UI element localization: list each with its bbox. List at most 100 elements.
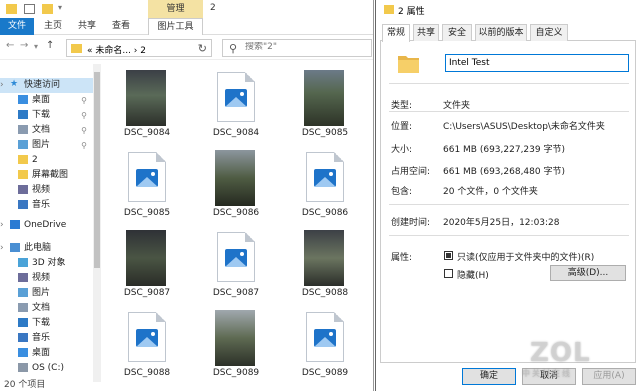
image-file-tile[interactable]: DSC_9087 (193, 224, 279, 302)
nav-item[interactable]: 视频 (0, 271, 95, 286)
tab-customize[interactable]: 自定义 (530, 24, 568, 41)
divider (389, 111, 629, 112)
size-value: 661 MB (693,227,239 字节) (443, 145, 565, 155)
hidden-label[interactable]: 隐藏(H) (457, 268, 489, 281)
image-file-tile[interactable]: DSC_9088 (104, 304, 190, 382)
nav-item[interactable]: 图片 ⚲ (0, 138, 95, 153)
nav-item-label: 文档 (32, 303, 51, 313)
zol-watermark-logo: ZOL 中关村在线 (518, 338, 600, 382)
photo-file-tile[interactable]: DSC_9086 (193, 144, 279, 222)
pin-icon[interactable]: ⚲ (81, 93, 87, 108)
nav-item[interactable]: 文档 ⚲ (0, 123, 95, 138)
nav-item[interactable]: 桌面 ⚲ (0, 93, 95, 108)
image-file-tile[interactable]: DSC_9084 (193, 64, 279, 142)
photo-file-tile[interactable]: DSC_9085 (282, 64, 368, 142)
image-file-tile[interactable]: DSC_9085 (104, 144, 190, 222)
nav-item[interactable]: 下载 (0, 316, 95, 331)
search-icon: ⚲ (229, 42, 238, 55)
address-path[interactable]: « 未命名... › 2 (87, 43, 146, 56)
nav-item[interactable]: 音乐 (0, 198, 95, 213)
nav-item[interactable]: 音乐 (0, 331, 95, 346)
nav-scrollbar-thumb[interactable] (94, 72, 100, 268)
properties-dialog: 2 属性 常规 共享 安全 以前的版本 自定义 类型: 文件夹 位置: C:\U… (375, 0, 640, 391)
pin-icon[interactable]: ⚲ (81, 108, 87, 123)
nav-item[interactable]: › ★ 快速访问 (0, 78, 95, 93)
hidden-checkbox[interactable] (444, 269, 453, 278)
tab-sharing[interactable]: 共享 (413, 24, 439, 41)
star-icon: ★ (10, 79, 19, 89)
nav-item[interactable]: 图片 (0, 286, 95, 301)
file-name-label: DSC_9086 (212, 208, 260, 218)
recent-locations-icon[interactable]: ▾ (34, 42, 38, 51)
nav-item-label: 音乐 (32, 200, 51, 210)
forward-arrow-icon[interactable]: → (20, 40, 28, 51)
nav-item-label: OS (C:) (32, 363, 64, 373)
image-file-tile[interactable]: DSC_9089 (282, 304, 368, 382)
readonly-label[interactable]: 只读(仅应用于文件夹中的文件)(R) (457, 250, 594, 263)
video-icon (18, 273, 28, 282)
folder-name-input[interactable] (445, 54, 629, 72)
tab-file[interactable]: 文件 (0, 18, 34, 35)
type-value: 文件夹 (443, 101, 471, 111)
up-arrow-icon[interactable]: ↑ (46, 40, 54, 51)
nav-item[interactable]: › 此电脑 (0, 241, 95, 256)
desktop-icon (18, 95, 28, 104)
nav-item[interactable]: 2 (0, 153, 95, 168)
ok-button[interactable]: 确定 (462, 368, 516, 385)
photo-file-tile[interactable]: DSC_9088 (282, 224, 368, 302)
pin-icon[interactable]: ⚲ (81, 138, 87, 153)
nav-item[interactable]: OS (C:) (0, 361, 95, 376)
nav-item[interactable]: 视频 (0, 183, 95, 198)
nav-item[interactable]: 屏幕截图 (0, 168, 95, 183)
photo-thumbnail (215, 150, 255, 206)
pin-icon[interactable]: ⚲ (81, 123, 87, 138)
nav-item[interactable]: 下载 ⚲ (0, 108, 95, 123)
tab-share[interactable]: 共享 (74, 18, 100, 35)
advanced-button[interactable]: 高级(D)... (550, 265, 626, 281)
file-name-label: DSC_9089 (212, 368, 260, 378)
tab-previous-versions[interactable]: 以前的版本 (475, 24, 527, 41)
readonly-checkbox[interactable] (444, 251, 453, 260)
pictures-icon (18, 288, 28, 297)
tab-home[interactable]: 主页 (40, 18, 66, 35)
quick-access-dropdown-icon[interactable]: ▾ (58, 3, 62, 12)
file-name-label: DSC_9087 (123, 288, 171, 298)
refresh-icon[interactable]: ↻ (198, 42, 207, 55)
chevron-right-icon[interactable]: › (0, 241, 4, 256)
manage-context-tab[interactable]: 管理 (148, 0, 203, 18)
nav-item-label: 3D 对象 (32, 258, 66, 268)
search-box[interactable]: ⚲ (222, 39, 372, 57)
nav-item[interactable]: 文档 (0, 301, 95, 316)
nav-item-label: 视频 (32, 273, 51, 283)
file-name-label: DSC_9088 (301, 288, 349, 298)
window-title: 2 (210, 3, 216, 13)
status-bar: 20 个项目 (4, 380, 46, 390)
image-file-tile[interactable]: DSC_9086 (282, 144, 368, 222)
tab-security[interactable]: 安全 (442, 24, 472, 41)
tab-view[interactable]: 查看 (108, 18, 134, 35)
address-bar[interactable]: « 未命名... › 2 ↻ (66, 39, 212, 57)
photo-file-tile[interactable]: DSC_9084 (104, 64, 190, 142)
nav-item[interactable]: 桌面 (0, 346, 95, 361)
chevron-right-icon[interactable]: › (0, 78, 4, 93)
tab-general[interactable]: 常规 (382, 24, 410, 42)
file-list-pane: DSC_9084 DSC_9084 DSC_9085 DSC_9085 DSC_9086… (104, 64, 372, 382)
nav-item-label: 快速访问 (24, 80, 61, 90)
back-arrow-icon[interactable]: ← (6, 40, 14, 51)
nav-scrollbar[interactable] (93, 64, 101, 382)
chevron-right-icon[interactable]: › (0, 218, 4, 233)
photo-file-tile[interactable]: DSC_9089 (193, 304, 279, 382)
nav-item[interactable]: › OneDrive (0, 218, 95, 233)
nav-item[interactable]: 3D 对象 (0, 256, 95, 271)
navigation-pane: › ★ 快速访问 桌面 ⚲ 下载 ⚲ 文档 ⚲ 图片 ⚲ 2 屏幕截图 视频 音乐 › OneDrive › 此电脑… (0, 72, 95, 382)
divider (389, 83, 629, 84)
properties-icon[interactable] (24, 4, 35, 14)
folder-icon (398, 56, 419, 73)
address-row: ← → ▾ ↑ « 未命名... › 2 ↻ ⚲ (0, 36, 373, 60)
photo-thumbnail (304, 230, 344, 286)
photo-file-tile[interactable]: DSC_9087 (104, 224, 190, 302)
nav-item-label: 下载 (32, 318, 51, 328)
new-folder-icon[interactable] (42, 4, 53, 14)
search-input[interactable] (245, 42, 365, 52)
tab-picture-tools[interactable]: 图片工具 (148, 18, 203, 35)
